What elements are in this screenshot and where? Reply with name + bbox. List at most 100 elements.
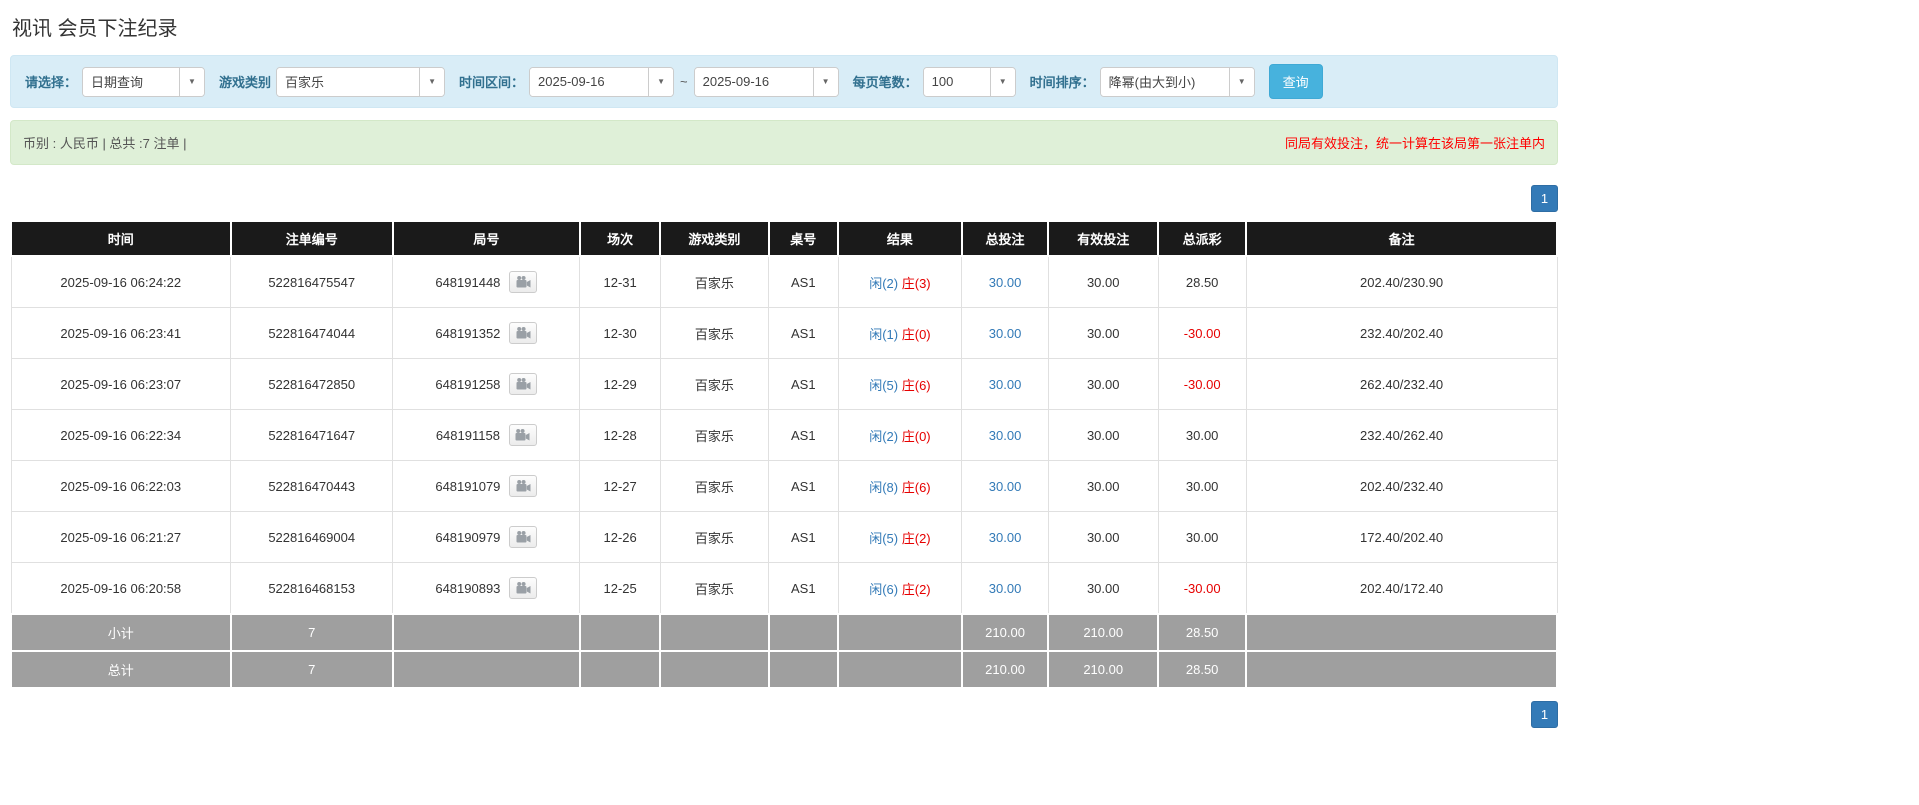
cell-game-type: 百家乐 <box>659 358 770 410</box>
subtotal-payout: 28.50 <box>1157 613 1248 652</box>
result-banker: 庄(2) <box>901 581 931 597</box>
date-to-input[interactable] <box>694 67 813 96</box>
game-type-label: 游戏类别 <box>219 75 272 90</box>
game-type-input[interactable] <box>277 67 420 96</box>
time-sort-input[interactable] <box>1100 67 1229 96</box>
query-type-input[interactable] <box>83 67 180 96</box>
table-footer: 小计 7 210.00 210.00 28.50 总计 7 210.00 210… <box>10 613 1558 689</box>
game-type-dropdown-button[interactable]: ▼ <box>419 67 445 96</box>
total-bet-link[interactable]: 30.00 <box>989 581 1022 596</box>
replay-video-button[interactable] <box>509 271 538 293</box>
replay-video-button[interactable] <box>509 526 538 548</box>
result-player: 闲(8) <box>869 479 899 495</box>
col-header-table-no: 桌号 <box>767 220 840 257</box>
table-row: 2025-09-16 06:23:07 522816472850 6481912… <box>10 358 1558 410</box>
bet-records-table: 时间 注单编号 局号 场次 游戏类别 桌号 结果 总投注 有效投注 总派彩 备注… <box>10 220 1558 689</box>
cell-round-id: 648191352 <box>392 307 581 359</box>
cell-time: 2025-09-16 06:22:34 <box>10 409 232 461</box>
video-camera-icon <box>516 327 531 339</box>
cell-round-id: 648191079 <box>392 460 581 512</box>
table-header: 时间 注单编号 局号 场次 游戏类别 桌号 结果 总投注 有效投注 总派彩 备注 <box>10 220 1558 257</box>
result-player: 闲(2) <box>869 275 899 291</box>
caret-down-icon: ▼ <box>1237 76 1246 86</box>
cell-bet-id: 522816468153 <box>230 562 394 615</box>
result-player: 闲(5) <box>869 530 899 546</box>
col-header-round-id: 局号 <box>391 220 581 257</box>
col-header-time: 时间 <box>10 220 232 257</box>
video-camera-icon <box>516 480 531 492</box>
cell-game-type: 百家乐 <box>659 460 770 512</box>
cell-total-bet: 30.00 <box>961 255 1049 308</box>
game-type-combobox: ▼ <box>276 66 446 97</box>
total-payout: 28.50 <box>1157 650 1248 689</box>
total-bet-link[interactable]: 30.00 <box>989 428 1022 443</box>
total-bet-link[interactable]: 30.00 <box>989 377 1022 392</box>
date-from-dropdown-button[interactable]: ▼ <box>648 67 674 96</box>
table-row: 2025-09-16 06:24:22 522816475547 6481914… <box>10 255 1558 308</box>
page-1-button[interactable]: 1 <box>1531 701 1558 728</box>
cell-game-type: 百家乐 <box>659 562 770 615</box>
cell-table-no: AS1 <box>768 255 839 308</box>
round-id-text: 648190979 <box>435 529 501 545</box>
page-1-button[interactable]: 1 <box>1531 185 1558 212</box>
cell-total-bet: 30.00 <box>961 562 1049 615</box>
replay-video-button[interactable] <box>509 475 538 497</box>
query-type-dropdown-button[interactable]: ▼ <box>179 67 205 96</box>
summary-currency-total: 币别 : 人民币 | 总共 :7 注单 | <box>23 136 187 151</box>
table-row: 2025-09-16 06:22:34 522816471647 6481911… <box>10 409 1558 461</box>
cell-table-no: AS1 <box>768 307 839 359</box>
replay-video-button[interactable] <box>509 577 538 599</box>
cell-game-type: 百家乐 <box>659 511 770 563</box>
time-sort-dropdown-button[interactable]: ▼ <box>1228 67 1254 96</box>
cell-total-bet: 30.00 <box>961 511 1049 563</box>
page-size-dropdown-button[interactable]: ▼ <box>989 67 1015 96</box>
replay-video-button[interactable] <box>508 424 537 446</box>
round-id-text: 648191158 <box>435 427 500 443</box>
total-bet-link[interactable]: 30.00 <box>989 275 1022 290</box>
cell-table-no: AS1 <box>768 358 839 410</box>
total-bet-link[interactable]: 30.00 <box>989 530 1022 545</box>
cell-result: 闲(6) 庄(2) <box>837 562 963 615</box>
result-banker: 庄(2) <box>901 530 931 546</box>
cell-valid-bet: 30.00 <box>1047 358 1159 410</box>
replay-video-button[interactable] <box>509 322 538 344</box>
cell-remark: 172.40/202.40 <box>1245 511 1558 563</box>
cell-remark: 202.40/172.40 <box>1245 562 1558 615</box>
date-from-input[interactable] <box>530 67 649 96</box>
query-type-combobox: ▼ <box>82 66 206 97</box>
total-bet-link[interactable]: 30.00 <box>989 326 1022 341</box>
cell-payout: -30.00 <box>1157 307 1247 359</box>
caret-down-icon: ▼ <box>428 76 436 86</box>
cell-result: 闲(5) 庄(2) <box>837 511 963 563</box>
page-size-input[interactable] <box>923 67 990 96</box>
date-range-separator: ~ <box>680 74 688 89</box>
cell-session: 12-30 <box>579 307 661 359</box>
cell-table-no: AS1 <box>768 460 839 512</box>
video-camera-icon <box>516 276 531 288</box>
cell-total-bet: 30.00 <box>961 409 1049 461</box>
cell-game-type: 百家乐 <box>659 255 770 308</box>
cell-time: 2025-09-16 06:21:27 <box>10 511 232 563</box>
page-size-combobox: ▼ <box>922 66 1016 97</box>
col-header-game-type: 游戏类别 <box>659 220 770 257</box>
video-camera-icon <box>516 531 531 543</box>
cell-payout: -30.00 <box>1157 358 1247 410</box>
video-camera-icon <box>515 429 530 441</box>
cell-result: 闲(2) 庄(0) <box>837 409 963 461</box>
cell-remark: 202.40/230.90 <box>1245 255 1558 308</box>
cell-valid-bet: 30.00 <box>1047 562 1159 615</box>
cell-table-no: AS1 <box>768 562 839 615</box>
cell-remark: 232.40/202.40 <box>1245 307 1558 359</box>
time-range-label: 时间区间： <box>459 75 525 90</box>
replay-video-button[interactable] <box>509 373 538 395</box>
search-button[interactable]: 查询 <box>1268 64 1323 99</box>
cell-bet-id: 522816470443 <box>230 460 394 512</box>
result-player: 闲(6) <box>869 581 899 597</box>
round-id-text: 648191079 <box>435 478 501 494</box>
total-bet-link[interactable]: 30.00 <box>989 479 1022 494</box>
date-to-dropdown-button[interactable]: ▼ <box>812 67 838 96</box>
cell-game-type: 百家乐 <box>659 307 770 359</box>
cell-session: 12-26 <box>579 511 661 563</box>
cell-round-id: 648191448 <box>392 255 581 308</box>
col-header-total-bet: 总投注 <box>960 220 1050 257</box>
